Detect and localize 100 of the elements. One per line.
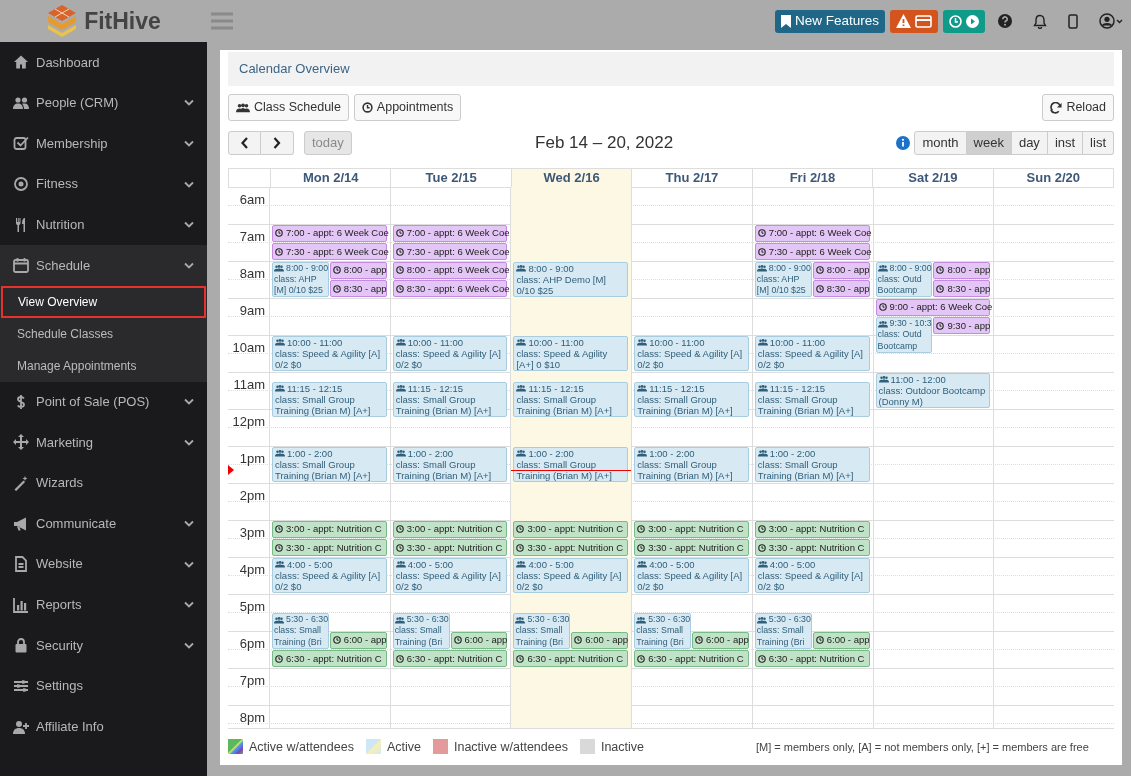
class-block[interactable]: 10:00 - 11:00 class: Speed & Agility [A+] 0 $10 — [513, 335, 629, 371]
sidebar-item[interactable]: Nutrition — [0, 204, 207, 245]
class-block[interactable]: 5:30 - 6:30 class: Small Training (Bri — [513, 613, 571, 649]
submenu-item[interactable]: View Overview — [1, 285, 206, 318]
clock-icon — [332, 266, 341, 274]
class-block[interactable]: 1:00 - 2:00 class: Small Group Training (Brian M) [A+] — [392, 446, 508, 482]
sidebar-item[interactable]: Security — [0, 625, 207, 666]
appointment-block[interactable]: 3:30 - appt: Nutrition C — [392, 539, 508, 556]
class-schedule-button[interactable]: Class Schedule — [228, 94, 349, 121]
appointment-block[interactable]: 6:00 - app — [571, 631, 629, 649]
class-block[interactable]: 1:00 - 2:00 class: Small Group Training (Brian M) [A+] — [754, 446, 870, 482]
event-text: 8:30 - app — [826, 282, 870, 295]
sidebar-item[interactable]: Dashboard — [0, 42, 207, 83]
class-block[interactable]: 11:15 - 12:15 class: Small Group Training (Brian M) [A+] — [513, 381, 629, 418]
event-time: 11:15 - 12:15 — [287, 382, 343, 395]
class-block[interactable]: 11:15 - 12:15 class: Small Group Training (Brian M) [A+] — [634, 381, 749, 418]
clock-icon — [757, 247, 766, 256]
class-block[interactable]: 1:00 - 2:00 class: Small Group Training (Brian M) [A+] — [634, 446, 749, 482]
class-block[interactable]: 1:00 - 2:00 class: Small Group Training (Brian M) [A+] — [272, 446, 387, 482]
class-block[interactable]: 4:00 - 5:00 class: Speed & Agility [A] 0/2 $0 — [634, 557, 749, 593]
info-icon[interactable] — [896, 135, 911, 150]
sidebar-item[interactable]: People (CRM) — [0, 82, 207, 124]
class-block[interactable]: 4:00 - 5:00 class: Speed & Agility [A] 0/2 $0 — [392, 557, 508, 593]
sidebar-item[interactable]: Website — [0, 543, 207, 585]
appointments-button[interactable]: Appointments — [353, 94, 462, 121]
sidebar-item[interactable]: Settings — [0, 665, 207, 707]
appointment-block[interactable]: 3:30 - appt: Nutrition C — [634, 539, 749, 556]
appointment-block[interactable]: 8:30 - app — [933, 280, 991, 297]
sidebar-item[interactable]: Membership — [0, 123, 207, 164]
chevron-icon — [184, 560, 194, 568]
help-icon[interactable] — [998, 14, 1012, 28]
class-block[interactable]: 8:00 - 9:00 class: AHP Demo [M] 0/10 $25 — [513, 261, 629, 297]
timer-button[interactable] — [943, 9, 985, 33]
appointment-block[interactable]: 7:30 - appt: 6 Week Coe — [392, 243, 508, 260]
appointment-block[interactable]: 6:30 - appt: Nutrition C — [754, 650, 870, 667]
class-block[interactable]: 11:15 - 12:15 class: Small Group Training (Brian M) [A+] — [392, 381, 508, 418]
appointment-block[interactable]: 8:30 - app — [329, 280, 387, 297]
clock-icon — [361, 102, 373, 113]
people-icon — [756, 615, 767, 624]
bell-icon[interactable] — [1033, 13, 1047, 29]
class-block[interactable]: 5:30 - 6:30 class: Small Training (Bri — [754, 613, 812, 649]
class-block[interactable]: 4:00 - 5:00 class: Speed & Agility [A] 0/2 $0 — [272, 557, 387, 593]
class-block[interactable]: 8:00 - 9:00 class: Outd Bootcamp — [875, 261, 933, 297]
sidebar-item[interactable]: Reports — [0, 584, 207, 626]
sidebar-item[interactable]: Fitness — [0, 163, 207, 205]
class-block[interactable]: 1:00 - 2:00 class: Small Group Training (Brian M) [A+] — [513, 446, 629, 482]
view-tab[interactable]: day — [1011, 130, 1048, 155]
sidebar-item[interactable]: Schedule — [0, 244, 207, 286]
class-block[interactable]: 10:00 - 11:00 class: Speed & Agility [A] 0/2 $0 — [272, 335, 387, 371]
view-tab[interactable]: inst — [1047, 130, 1084, 155]
appointment-block[interactable]: 3:00 - appt: Nutrition C — [513, 520, 629, 538]
class-block[interactable]: 11:15 - 12:15 class: Small Group Training (Brian M) [A+] — [272, 381, 387, 418]
class-block[interactable]: 11:00 - 12:00 class: Outdoor Bootcamp (Donny M) — [875, 372, 991, 408]
phone-icon[interactable] — [1068, 13, 1078, 29]
chevron-icon — [184, 601, 194, 609]
appointment-block[interactable]: 6:30 - appt: Nutrition C — [392, 650, 508, 667]
appointment-block[interactable]: 3:30 - appt: Nutrition C — [272, 539, 387, 556]
class-block[interactable]: 4:00 - 5:00 class: Speed & Agility [A] 0/2 $0 — [754, 557, 870, 593]
view-tab[interactable]: week — [966, 130, 1012, 155]
appointment-block[interactable]: 6:30 - appt: Nutrition C — [513, 650, 629, 667]
sidebar-item[interactable]: Point of Sale (POS) — [0, 381, 207, 423]
appointment-block[interactable]: 8:30 - appt: 6 Week Coe — [392, 280, 508, 297]
event-title: class: Small Group Training (Brian M) [A+] — [637, 394, 734, 417]
appointment-block[interactable]: 7:30 - appt: 6 Week Coe — [272, 243, 387, 260]
class-block[interactable]: 10:00 - 11:00 class: Speed & Agility [A] 0/2 $0 — [754, 335, 870, 371]
appointment-block[interactable]: 3:30 - appt: Nutrition C — [513, 539, 629, 556]
class-block[interactable]: 9:30 - 10:3 class: Outd Bootcamp — [875, 317, 933, 353]
class-block[interactable]: 10:00 - 11:00 class: Speed & Agility [A] 0/2 $0 — [392, 335, 508, 371]
appointment-block[interactable]: 7:30 - appt: 6 Week Coe — [754, 243, 870, 260]
appointment-block[interactable]: 3:30 - appt: Nutrition C — [754, 539, 870, 556]
class-block[interactable]: 11:15 - 12:15 class: Small Group Training (Brian M) [A+] — [754, 381, 870, 418]
event-time: 11:15 - 12:15 — [407, 382, 463, 395]
event-title: class: Speed & Agility [A] 0/2 $0 — [637, 569, 744, 593]
submenu-item[interactable]: Schedule Classes — [1, 317, 206, 350]
new-features-button[interactable]: New Features — [774, 9, 885, 33]
reload-button[interactable]: Reload — [1042, 94, 1114, 121]
sidebar-item[interactable]: Wizards — [0, 462, 207, 504]
submenu-item[interactable]: Manage Appointments — [1, 349, 206, 382]
appointment-block[interactable]: 9:30 - app — [933, 317, 991, 334]
previous-button[interactable] — [228, 130, 261, 155]
class-block[interactable]: 5:30 - 6:30 class: Small Training (Bri — [392, 613, 450, 649]
view-tab[interactable]: list — [1083, 130, 1114, 155]
sidebar-item[interactable]: Communicate — [0, 503, 207, 544]
appointment-block[interactable]: 6:30 - appt: Nutrition C — [634, 650, 749, 667]
class-block[interactable]: 10:00 - 11:00 class: Speed & Agility [A] 0/2 $0 — [634, 335, 749, 371]
clock-icon — [949, 14, 962, 28]
class-block[interactable]: 8:00 - 9:00 class: AHP [M] 0/10 $25 — [272, 261, 329, 297]
class-block[interactable]: 5:30 - 6:30 class: Small Training (Bri — [634, 613, 691, 649]
next-button[interactable] — [261, 130, 294, 155]
sidebar-item[interactable]: Marketing — [0, 422, 207, 463]
appointment-block[interactable]: 8:30 - app — [812, 280, 870, 297]
class-block[interactable]: 4:00 - 5:00 class: Speed & Agility [A] 0/2 $0 — [513, 557, 629, 593]
user-icon[interactable] — [1099, 13, 1123, 29]
appointment-block[interactable]: 6:30 - appt: Nutrition C — [272, 650, 387, 667]
view-tab[interactable]: month — [914, 130, 967, 155]
alert-button[interactable] — [890, 9, 938, 33]
logo-icon — [46, 4, 79, 38]
sidebar-item[interactable]: Affiliate Info — [0, 706, 207, 747]
class-block[interactable]: 5:30 - 6:30 class: Small Training (Bri — [272, 613, 329, 649]
class-block[interactable]: 8:00 - 9:00 class: AHP [M] 0/10 $25 — [754, 261, 812, 297]
